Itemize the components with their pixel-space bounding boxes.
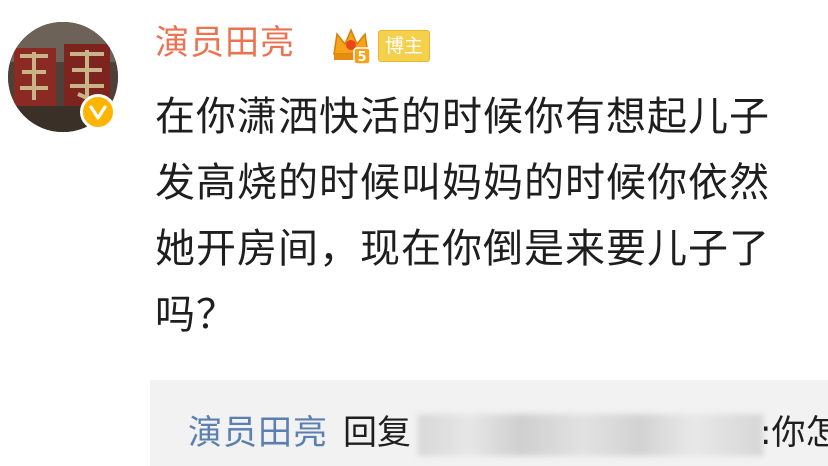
crown-icon[interactable]: 5	[330, 24, 372, 66]
verified-v-icon	[80, 94, 116, 130]
comment-line: 她开房间，现在你倒是来要儿子了	[155, 226, 770, 272]
comment-line: 吗？	[155, 292, 237, 338]
reply-username[interactable]: 演员田亮	[188, 410, 328, 456]
level-number: 5	[357, 50, 366, 65]
weibo-comment-screenshot: 演员田亮 5 博主 在你潇洒快活的时候你有想起儿子 发高烧的时候叫妈妈的时候你依…	[0, 0, 828, 466]
blogger-badge: 博主	[378, 30, 430, 62]
comment-line: 发高烧的时候叫妈妈的时候你依然	[155, 160, 770, 206]
blurred-username	[418, 414, 763, 456]
reply-text: :你怎	[760, 413, 828, 453]
comment-text: 在你潇洒快活的时候你有想起儿子 发高烧的时候叫妈妈的时候你依然 她开房间，现在你…	[155, 84, 828, 348]
reply-verb: 回复	[343, 413, 411, 453]
comment-line: 在你潇洒快活的时候你有想起儿子	[155, 94, 770, 140]
comment-username[interactable]: 演员田亮	[155, 20, 295, 66]
